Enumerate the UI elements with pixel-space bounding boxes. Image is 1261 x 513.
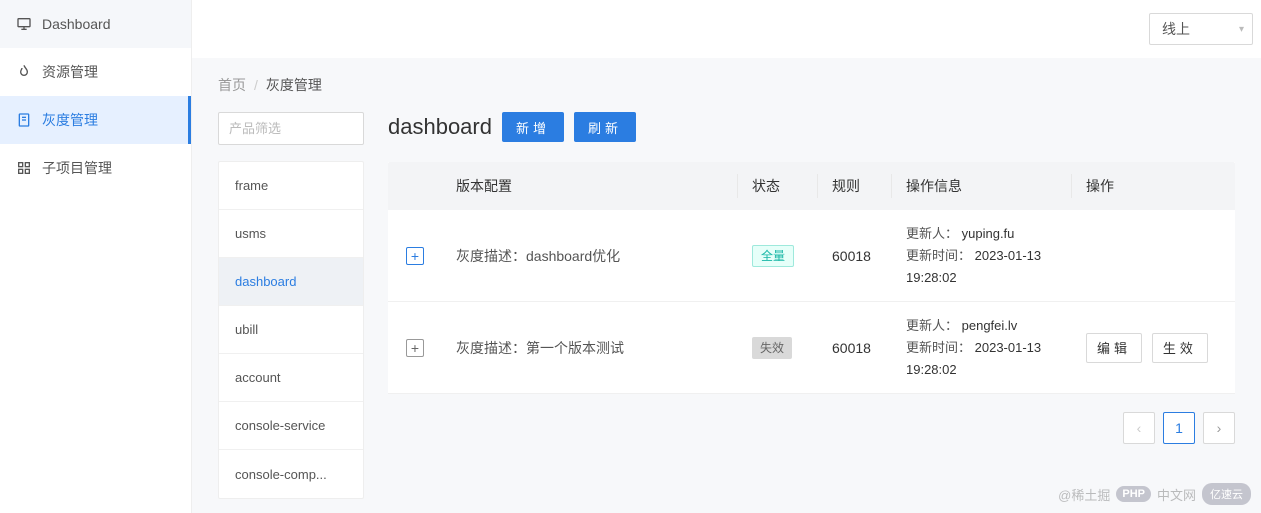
breadcrumb: 首页 / 灰度管理 xyxy=(192,58,1261,112)
product-panel: frame usms dashboard ubill account conso… xyxy=(218,112,364,499)
cell-rule: 60018 xyxy=(818,340,892,356)
breadcrumb-home[interactable]: 首页 xyxy=(218,75,246,95)
expand-icon[interactable]: + xyxy=(406,339,424,357)
cell-desc: 灰度描述：dashboard优化 xyxy=(442,246,738,266)
next-page-button[interactable]: › xyxy=(1203,412,1235,444)
version-table: 版本配置 状态 规则 操作信息 操作 + 灰度描述：d xyxy=(388,162,1235,394)
th-expand xyxy=(388,174,442,198)
env-select[interactable]: 线上 ▾ xyxy=(1149,13,1253,45)
th-rule: 规则 xyxy=(818,174,892,198)
desc-label: 灰度描述： xyxy=(456,248,526,264)
sidebar-item-resource[interactable]: 资源管理 xyxy=(0,48,191,96)
chevron-right-icon: › xyxy=(1217,420,1222,436)
prev-page-button[interactable]: ‹ xyxy=(1123,412,1155,444)
edit-button[interactable]: 编辑 xyxy=(1086,333,1142,363)
monitor-icon xyxy=(16,16,32,32)
sidebar-item-label: Dashboard xyxy=(42,16,111,32)
product-item-usms[interactable]: usms xyxy=(219,210,363,258)
sidebar-item-label: 灰度管理 xyxy=(42,110,98,130)
th-status: 状态 xyxy=(738,174,818,198)
product-list: frame usms dashboard ubill account conso… xyxy=(218,161,364,499)
page-1-button[interactable]: 1 xyxy=(1163,412,1195,444)
time-label: 更新时间： xyxy=(906,340,971,355)
sidebar-item-label: 资源管理 xyxy=(42,62,98,82)
add-button[interactable]: 新增 xyxy=(502,112,564,142)
topbar: 线上 ▾ xyxy=(192,0,1261,58)
chevron-down-icon: ▾ xyxy=(1239,24,1244,35)
refresh-button[interactable]: 刷新 xyxy=(574,112,636,142)
desc-value: dashboard优化 xyxy=(526,248,620,264)
cell-status: 失效 xyxy=(738,337,818,359)
time-label: 更新时间： xyxy=(906,248,971,263)
updater-value: pengfei.lv xyxy=(962,318,1018,333)
th-info: 操作信息 xyxy=(892,174,1072,198)
updater-label: 更新人： xyxy=(906,226,958,241)
sidebar: Dashboard 资源管理 灰度管理 子项目管理 xyxy=(0,0,192,513)
title-row: dashboard 新增 刷新 xyxy=(388,112,1235,142)
table-row: + 灰度描述：dashboard优化 全量 60018 更新人： yuping.… xyxy=(388,210,1235,302)
th-desc: 版本配置 xyxy=(442,174,738,198)
table-row: + 灰度描述：第一个版本测试 失效 60018 更新人： pengfei.lv xyxy=(388,302,1235,394)
status-tag: 全量 xyxy=(752,245,794,267)
right-panel: dashboard 新增 刷新 版本配置 状态 规则 操作信息 操作 xyxy=(388,112,1235,499)
sidebar-item-gray[interactable]: 灰度管理 xyxy=(0,96,191,144)
cell-info: 更新人： yuping.fu 更新时间： 2023-01-13 19:28:02 xyxy=(892,223,1072,289)
product-item-account[interactable]: account xyxy=(219,354,363,402)
main-area: 线上 ▾ 首页 / 灰度管理 frame usms dashboard ubil xyxy=(192,0,1261,513)
updater-label: 更新人： xyxy=(906,318,958,333)
chevron-left-icon: ‹ xyxy=(1137,420,1142,436)
product-item-frame[interactable]: frame xyxy=(219,162,363,210)
content-wrap: 首页 / 灰度管理 frame usms dashboard ubill acc… xyxy=(192,58,1261,513)
fire-icon xyxy=(16,64,32,80)
cell-rule: 60018 xyxy=(818,248,892,264)
product-item-dashboard[interactable]: dashboard xyxy=(219,258,363,306)
cell-desc: 灰度描述：第一个版本测试 xyxy=(442,338,738,358)
product-item-console-comp[interactable]: console-comp... xyxy=(219,450,363,498)
breadcrumb-current: 灰度管理 xyxy=(266,75,322,95)
activate-button[interactable]: 生效 xyxy=(1152,333,1208,363)
file-icon xyxy=(16,112,32,128)
status-tag: 失效 xyxy=(752,337,792,359)
expand-icon[interactable]: + xyxy=(406,247,424,265)
cell-action: 编辑 生效 xyxy=(1072,333,1235,363)
product-filter-input[interactable] xyxy=(218,112,364,145)
grid-icon xyxy=(16,160,32,176)
cell-info: 更新人： pengfei.lv 更新时间： 2023-01-13 19:28:0… xyxy=(892,315,1072,381)
desc-label: 灰度描述： xyxy=(456,340,526,356)
th-action: 操作 xyxy=(1072,174,1235,198)
desc-value: 第一个版本测试 xyxy=(526,340,624,356)
sidebar-item-label: 子项目管理 xyxy=(42,158,112,178)
sidebar-item-subproject[interactable]: 子项目管理 xyxy=(0,144,191,192)
cell-status: 全量 xyxy=(738,245,818,267)
product-item-ubill[interactable]: ubill xyxy=(219,306,363,354)
breadcrumb-sep: / xyxy=(254,77,258,93)
pagination: ‹ 1 › xyxy=(388,412,1235,444)
page-title: dashboard xyxy=(388,114,492,140)
sidebar-item-dashboard[interactable]: Dashboard xyxy=(0,0,191,48)
product-item-console-service[interactable]: console-service xyxy=(219,402,363,450)
table-head: 版本配置 状态 规则 操作信息 操作 xyxy=(388,162,1235,210)
env-select-value: 线上 xyxy=(1162,19,1190,39)
updater-value: yuping.fu xyxy=(962,226,1015,241)
